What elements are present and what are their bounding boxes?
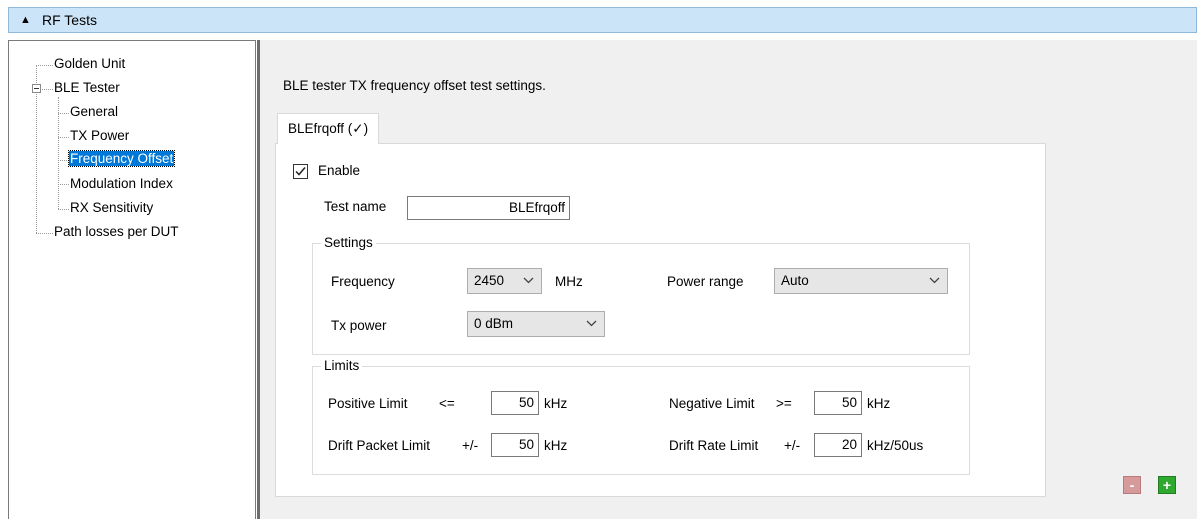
- positive-limit-label: Positive Limit: [328, 396, 408, 411]
- chevron-down-icon: [523, 277, 534, 284]
- negative-limit-unit: kHz: [867, 396, 891, 411]
- chevron-down-icon: [586, 320, 597, 327]
- enable-checkbox[interactable]: [293, 164, 308, 179]
- tree-item-modulation-index[interactable]: Modulation Index: [70, 175, 173, 193]
- limits-group-title: Limits: [321, 358, 363, 373]
- test-name-input[interactable]: BLEfrqoff: [407, 196, 570, 220]
- drift-rate-limit-operator: +/-: [784, 438, 801, 453]
- negative-limit-label: Negative Limit: [669, 396, 755, 411]
- drift-packet-limit-operator: +/-: [462, 438, 479, 453]
- triangle-up-icon[interactable]: ▲: [20, 14, 34, 26]
- section-title: RF Tests: [42, 12, 97, 28]
- enable-label: Enable: [318, 163, 361, 178]
- tree-item-ble-tester[interactable]: BLE Tester: [54, 79, 120, 97]
- tab-blefrqoff[interactable]: BLEfrqoff (✓): [277, 113, 380, 144]
- drift-rate-limit-unit: kHz/50us: [867, 438, 924, 453]
- rf-tests-header[interactable]: ▲ RF Tests: [8, 7, 1197, 33]
- panel-description: BLE tester TX frequency offset test sett…: [283, 78, 546, 93]
- positive-limit-input[interactable]: 50: [491, 391, 539, 415]
- drift-packet-limit-input[interactable]: 50: [491, 433, 539, 457]
- frequency-select[interactable]: 2450: [467, 268, 542, 294]
- tree-item-rx-sensitivity[interactable]: RX Sensitivity: [70, 199, 153, 217]
- settings-panel: BLE tester TX frequency offset test sett…: [257, 40, 1197, 519]
- drift-packet-limit-label: Drift Packet Limit: [328, 438, 431, 453]
- settings-tree: Golden Unit BLE Tester General TX Power …: [8, 40, 256, 519]
- power-range-value: Auto: [781, 273, 809, 288]
- chevron-down-icon: [929, 277, 940, 284]
- power-range-select[interactable]: Auto: [774, 268, 948, 294]
- negative-limit-input[interactable]: 50: [814, 391, 862, 415]
- tree-item-tx-power[interactable]: TX Power: [70, 127, 129, 145]
- drift-rate-limit-label: Drift Rate Limit: [669, 438, 759, 453]
- tx-power-value: 0 dBm: [474, 316, 514, 331]
- checkmark-icon: [295, 167, 306, 176]
- tree-item-frequency-offset[interactable]: Frequency Offset: [67, 150, 176, 168]
- tree-item-path-losses[interactable]: Path losses per DUT: [54, 223, 179, 241]
- add-test-button[interactable]: +: [1158, 476, 1176, 494]
- positive-limit-unit: kHz: [544, 396, 568, 411]
- power-range-label: Power range: [667, 274, 744, 289]
- positive-limit-operator: <=: [439, 396, 455, 411]
- tx-power-label: Tx power: [331, 318, 387, 333]
- tab-content: Enable Test name BLEfrqoff Settings Freq…: [275, 143, 1046, 497]
- settings-group: Settings Frequency 2450 MHz Power range …: [312, 235, 970, 355]
- limits-group: Limits Positive Limit <= 50 kHz Negative…: [312, 358, 970, 475]
- remove-test-button[interactable]: -: [1123, 476, 1141, 494]
- frequency-label: Frequency: [331, 274, 395, 289]
- drift-packet-limit-unit: kHz: [544, 438, 568, 453]
- negative-limit-operator: >=: [776, 396, 792, 411]
- tx-power-select[interactable]: 0 dBm: [467, 311, 605, 337]
- test-name-label: Test name: [324, 199, 387, 214]
- tree-item-golden-unit[interactable]: Golden Unit: [54, 55, 125, 73]
- collapse-expander-icon[interactable]: [32, 84, 41, 93]
- frequency-value: 2450: [474, 273, 505, 288]
- settings-group-title: Settings: [321, 235, 376, 250]
- tree-item-general[interactable]: General: [70, 103, 118, 121]
- frequency-unit: MHz: [555, 274, 583, 289]
- drift-rate-limit-input[interactable]: 20: [814, 433, 862, 457]
